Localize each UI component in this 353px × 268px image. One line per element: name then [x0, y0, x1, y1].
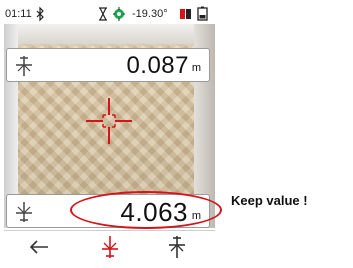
target-crosshair-icon: [86, 98, 132, 144]
wall-top: [4, 24, 215, 44]
measurement-panel-top[interactable]: 0.087 m: [6, 48, 210, 82]
reference-rear-icon: [13, 201, 35, 223]
status-bar: 01:11 -19.30°: [4, 4, 215, 24]
reference-front-icon: [13, 55, 35, 77]
measurement-value-top: 0.087: [126, 52, 189, 79]
reference-front-icon[interactable]: [164, 235, 190, 259]
highlight-ellipse: [70, 191, 222, 229]
reference-rear-icon[interactable]: [97, 235, 123, 259]
bottom-toolbar: [4, 230, 215, 262]
status-time: 01:11: [5, 8, 32, 20]
annotation-text: Keep value !: [231, 193, 308, 208]
back-arrow-icon[interactable]: [26, 235, 52, 259]
measurement-unit-top: m: [191, 62, 201, 74]
tilt-readout: -19.30°: [132, 8, 168, 20]
